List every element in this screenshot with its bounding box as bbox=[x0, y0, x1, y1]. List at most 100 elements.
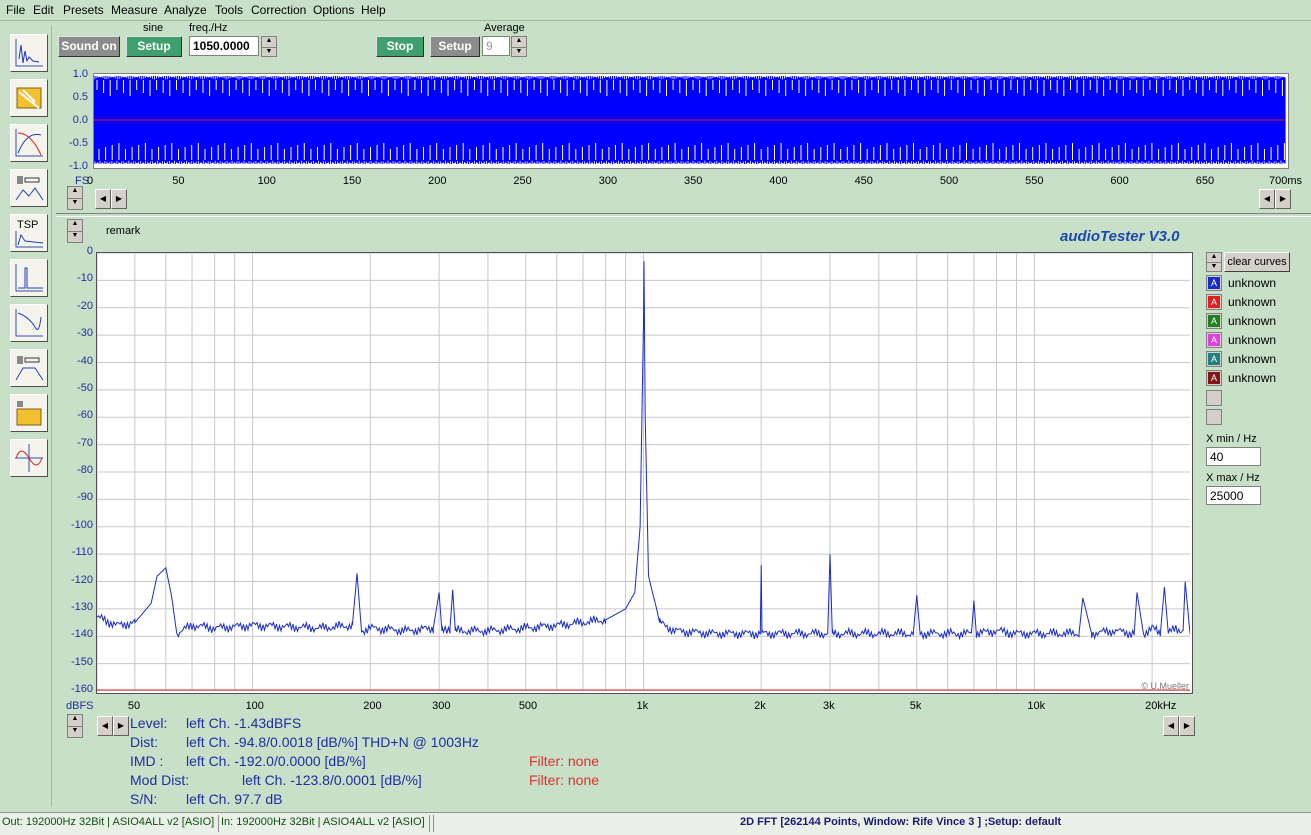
mod-dist-key: Mod Dist: bbox=[130, 772, 190, 788]
scope-x-tick: 600 bbox=[1110, 175, 1129, 187]
scope-right-scroll-left-button[interactable]: ◀ bbox=[1259, 189, 1275, 209]
scope-right-scroll-right-button[interactable]: ▶ bbox=[1275, 189, 1291, 209]
band-response-tool-button[interactable] bbox=[10, 349, 48, 387]
spectrum-tool-button[interactable] bbox=[10, 259, 48, 297]
average-spinner[interactable]: ▲ ▼ bbox=[511, 36, 527, 57]
menu-analyze[interactable]: Analyze bbox=[164, 3, 207, 17]
oscilloscope-tool-button[interactable] bbox=[10, 34, 48, 72]
scope-x-tick: 200 bbox=[428, 175, 447, 187]
menu-correction[interactable]: Correction bbox=[251, 3, 306, 17]
fft-x-tick: 20kHz bbox=[1145, 700, 1177, 712]
fft-right-scroll-left-button[interactable]: ◀ bbox=[1163, 716, 1179, 736]
scope-y-tick: -0.5 bbox=[69, 137, 88, 149]
open-preset-tool-button[interactable] bbox=[10, 394, 48, 432]
curve-label[interactable]: unknown bbox=[1228, 371, 1276, 385]
fft-y-tick: -140 bbox=[70, 628, 93, 641]
scope-x-tick: 350 bbox=[684, 175, 703, 187]
fft-y-tick: -10 bbox=[77, 272, 93, 285]
curve-label[interactable]: unknown bbox=[1228, 352, 1276, 366]
status-separator bbox=[429, 815, 430, 832]
clear-curves-button[interactable]: clear curves bbox=[1224, 252, 1290, 272]
stop-button[interactable]: Stop bbox=[376, 36, 424, 57]
imd-value: left Ch. -192.0/0.0000 [dB/%] bbox=[186, 753, 366, 769]
fft-scroll-left-button[interactable]: ◀ bbox=[97, 716, 113, 736]
sn-key: S/N: bbox=[130, 791, 158, 807]
x-max-input[interactable] bbox=[1206, 486, 1261, 505]
fft-x-tick: 3k bbox=[823, 700, 835, 712]
generator-setup-button[interactable]: Setup bbox=[126, 36, 182, 57]
curve-label[interactable]: unknown bbox=[1228, 295, 1276, 309]
scope-scroll-right-button[interactable]: ▶ bbox=[111, 189, 127, 209]
open-file-tool-button[interactable] bbox=[10, 79, 48, 117]
curve-list-spinner[interactable]: ▲ ▼ bbox=[1206, 252, 1222, 272]
status-separator bbox=[218, 815, 219, 832]
menu-presets[interactable]: Presets bbox=[63, 3, 104, 17]
curves-tool-button[interactable] bbox=[10, 124, 48, 162]
fft-y-tick: -60 bbox=[77, 409, 93, 422]
curve-letter: A bbox=[1208, 334, 1220, 346]
analyzer-setup-button[interactable]: Setup bbox=[430, 36, 480, 57]
fft-plot: © U.Mueller bbox=[96, 252, 1193, 694]
menu-file[interactable]: File bbox=[6, 3, 25, 17]
curve-label[interactable]: unknown bbox=[1228, 333, 1276, 347]
fft-right-scroll-right-button[interactable]: ▶ bbox=[1179, 716, 1195, 736]
curve-color-button[interactable]: A bbox=[1206, 370, 1222, 386]
fft-y-tick: -110 bbox=[71, 546, 93, 559]
curve-label[interactable]: unknown bbox=[1228, 276, 1276, 290]
sine-label: sine bbox=[143, 22, 164, 34]
scope-x-tick: 450 bbox=[854, 175, 873, 187]
curve-color-button[interactable]: A bbox=[1206, 294, 1222, 310]
x-max-label: X max / Hz bbox=[1206, 472, 1260, 484]
sine-wave-icon bbox=[15, 444, 43, 472]
fft-scroll-right-button[interactable]: ▶ bbox=[113, 716, 129, 736]
scope-zoom-spinner[interactable]: ▲ ▼ bbox=[67, 186, 83, 210]
frequency-input[interactable] bbox=[189, 36, 259, 56]
menu-options[interactable]: Options bbox=[313, 3, 354, 17]
scope-y-tick: 1.0 bbox=[72, 68, 88, 80]
tsp-tool-button[interactable]: TSP bbox=[10, 214, 48, 252]
level-value: left Ch. -1.43dBFS bbox=[186, 715, 302, 731]
fft-x-tick: 1k bbox=[636, 700, 649, 712]
menu-measure[interactable]: Measure bbox=[111, 3, 158, 17]
empty-curve-slot[interactable] bbox=[1206, 409, 1222, 425]
curve-label[interactable]: unknown bbox=[1228, 314, 1276, 328]
dist-value: left Ch. -94.8/0.0018 [dB/%] THD+N @ 100… bbox=[186, 734, 479, 750]
fft-zoom-spinner[interactable]: ▲ ▼ bbox=[67, 714, 83, 738]
fft-x-tick: 5k bbox=[909, 700, 922, 712]
sn-value: left Ch. 97.7 dB bbox=[186, 791, 283, 807]
frequency-spinner[interactable]: ▲ ▼ bbox=[261, 36, 277, 57]
curve-color-button[interactable]: A bbox=[1206, 332, 1222, 348]
menu-tools[interactable]: Tools bbox=[215, 3, 243, 17]
scope-x-tick: 50 bbox=[172, 175, 185, 187]
scope-y-tick: 0.0 bbox=[72, 114, 88, 126]
average-input[interactable] bbox=[482, 36, 510, 56]
sine-wave-tool-button[interactable] bbox=[10, 439, 48, 477]
x-min-input[interactable] bbox=[1206, 447, 1261, 466]
low-pass-icon bbox=[15, 309, 43, 337]
imd-key: IMD : bbox=[130, 753, 164, 769]
fft-y-tick: -90 bbox=[77, 491, 93, 504]
low-pass-tool-button[interactable] bbox=[10, 304, 48, 342]
sound-on-button[interactable]: Sound on bbox=[58, 36, 120, 57]
curve-color-button[interactable]: A bbox=[1206, 351, 1222, 367]
imd-filter: Filter: none bbox=[529, 753, 600, 769]
scope-x-tick: 0 bbox=[87, 175, 94, 187]
scope-scroll-left-button[interactable]: ◀ bbox=[95, 189, 111, 209]
empty-curve-slot[interactable] bbox=[1206, 390, 1222, 406]
curve-color-button[interactable]: A bbox=[1206, 275, 1222, 291]
fft-x-tick: 500 bbox=[518, 700, 538, 712]
curve-color-button[interactable]: A bbox=[1206, 313, 1222, 329]
scope-x-tick: 300 bbox=[598, 175, 618, 187]
measurement-readout: Level: left Ch. -1.43dBFS Dist: left Ch.… bbox=[129, 714, 1159, 809]
frequency-response-tool-button[interactable] bbox=[10, 169, 48, 207]
open-preset-icon bbox=[16, 401, 42, 426]
menu-edit[interactable]: Edit bbox=[33, 3, 54, 17]
menu-help[interactable]: Help bbox=[361, 3, 386, 17]
scope-y-tick: 0.5 bbox=[72, 91, 88, 103]
mod-dist-value: left Ch. -123.8/0.0001 [dB/%] bbox=[242, 772, 422, 788]
remark-spinner[interactable]: ▲ ▼ bbox=[67, 219, 83, 243]
tsp-icon: TSP bbox=[15, 219, 44, 248]
fft-x-tick: 200 bbox=[363, 700, 382, 712]
scope-x-tick: 700ms bbox=[1269, 175, 1303, 187]
curve-letter: A bbox=[1208, 277, 1220, 289]
